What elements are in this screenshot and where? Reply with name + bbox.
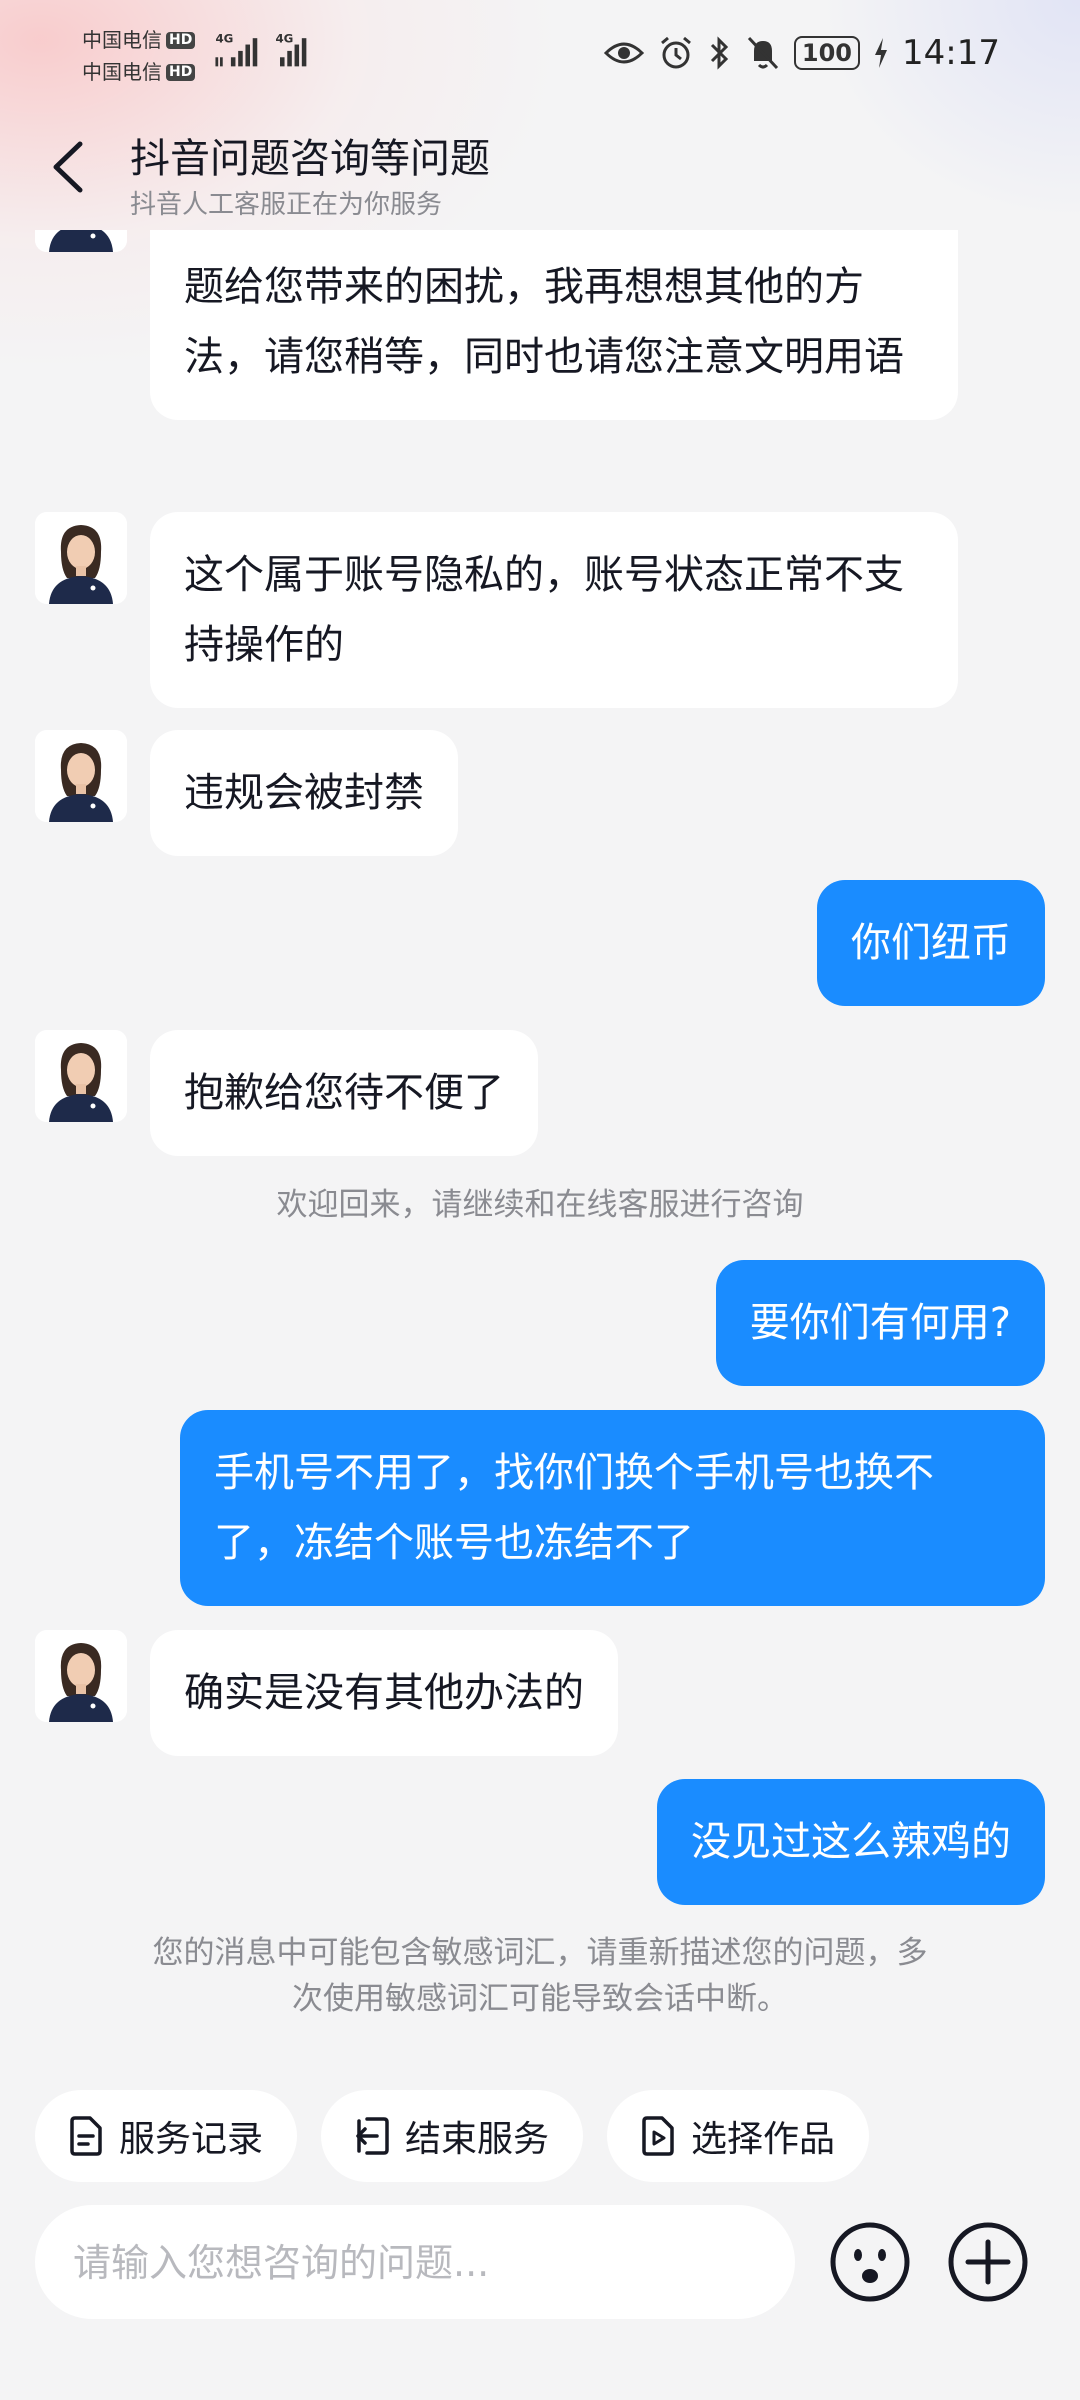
message-text: 题给您带来的困扰，我再想想其他的方法，请您稍等，同时也请您注意文明用语 (184, 264, 904, 380)
select-works-label: 选择作品 (691, 2119, 836, 2160)
message-text: 你们纽币 (851, 920, 1011, 966)
status-icons: 100 14:17 (603, 30, 1000, 76)
page-title: 抖音问题咨询等问题 (130, 136, 490, 182)
hd-badge-2: HD (166, 63, 196, 81)
message-input[interactable] (71, 2205, 755, 2321)
message-text: 违规会被封禁 (184, 770, 424, 816)
carrier-name-2: 中国电信 (82, 60, 162, 84)
battery-indicator: 100 (793, 36, 861, 70)
status-bar: 中国电信 HD 中国电信 HD 4G 4G 100 14:17 (0, 0, 1080, 110)
chat-message-list[interactable]: 题给您带来的困扰，我再想想其他的方法，请您稍等，同时也请您注意文明用语 这个属于… (0, 230, 1080, 2040)
mute-bell-icon (747, 36, 779, 70)
service-record-button[interactable]: 服务记录 (35, 2090, 298, 2182)
system-notice: 欢迎回来，请继续和在线客服进行咨询 (276, 1187, 804, 1223)
more-button[interactable] (944, 2218, 1032, 2306)
quick-actions: 服务记录 结束服务 选择作品 (35, 2090, 870, 2182)
message-text: 抱歉给您待不便了 (184, 1070, 504, 1116)
eye-icon (603, 42, 644, 64)
agent-message-bubble[interactable]: 确实是没有其他办法的 (150, 1630, 618, 1756)
agent-message-bubble[interactable]: 违规会被封禁 (150, 730, 458, 856)
agent-portrait-icon (35, 230, 127, 252)
user-message-bubble[interactable]: 没见过这么辣鸡的 (657, 1779, 1045, 1905)
document-icon (70, 2116, 102, 2156)
agent-avatar (35, 1630, 127, 1722)
agent-portrait-icon (35, 730, 127, 822)
page-subtitle: 抖音人工客服正在为你服务 (130, 190, 443, 220)
service-record-label: 服务记录 (119, 2119, 264, 2160)
carrier-name-1: 中国电信 (82, 28, 162, 52)
agent-portrait-icon (35, 512, 127, 604)
message-input-container (35, 2205, 795, 2321)
user-message-bubble[interactable]: 手机号不用了，找你们换个手机号也换不了，冻结个账号也冻结不了 (180, 1410, 1045, 1606)
hd-badge-1: HD (166, 31, 196, 49)
message-text: 要你们有何用? (749, 1300, 1011, 1346)
carrier-info: 中国电信 HD 中国电信 HD (82, 24, 196, 88)
agent-portrait-icon (35, 1030, 127, 1122)
agent-message-bubble[interactable]: 抱歉给您待不便了 (150, 1030, 538, 1156)
agent-message-bubble[interactable]: 题给您带来的困扰，我再想想其他的方法，请您稍等，同时也请您注意文明用语 (150, 230, 958, 420)
alarm-icon (660, 36, 691, 69)
clock: 14:17 (902, 33, 1000, 73)
message-text: 这个属于账号隐私的，账号状态正常不支持操作的 (184, 552, 904, 668)
agent-avatar (35, 730, 127, 822)
end-service-button[interactable]: 结束服务 (321, 2090, 584, 2182)
chat-header: 抖音问题咨询等问题 抖音人工客服正在为你服务 (0, 118, 1080, 230)
agent-avatar (35, 1030, 127, 1122)
network-type-label-2: 4G (275, 32, 293, 46)
network-type-label-1: 4G (215, 32, 233, 46)
message-text: 手机号不用了，找你们换个手机号也换不了，冻结个账号也冻结不了 (214, 1450, 934, 1566)
bluetooth-icon (710, 36, 729, 70)
agent-avatar (35, 512, 127, 604)
video-file-icon (642, 2116, 674, 2156)
user-message-bubble[interactable]: 你们纽币 (817, 880, 1045, 1006)
sensitive-word-warning: 您的消息中可能包含敏感词汇，请重新描述您的问题，多次使用敏感词汇可能导致会话中断… (152, 1935, 928, 2017)
back-button[interactable] (40, 132, 100, 202)
exit-icon (356, 2117, 389, 2155)
plus-icon (948, 2222, 1028, 2302)
chevron-left-icon (53, 141, 83, 193)
select-works-button[interactable]: 选择作品 (607, 2090, 870, 2182)
signal-strength-icon-1: 4G (215, 32, 258, 67)
signal-strength-icon-2: 4G (275, 32, 307, 67)
emoji-button[interactable] (826, 2218, 914, 2306)
charging-icon (875, 38, 888, 68)
user-message-bubble[interactable]: 要你们有何用? (715, 1260, 1045, 1386)
end-service-label: 结束服务 (405, 2119, 550, 2160)
message-text: 没见过这么辣鸡的 (691, 1819, 1011, 1865)
message-text: 确实是没有其他办法的 (184, 1670, 584, 1716)
agent-portrait-icon (35, 1630, 127, 1722)
agent-avatar (35, 230, 127, 252)
emoji-icon (830, 2222, 910, 2302)
agent-message-bubble[interactable]: 这个属于账号隐私的，账号状态正常不支持操作的 (150, 512, 958, 708)
